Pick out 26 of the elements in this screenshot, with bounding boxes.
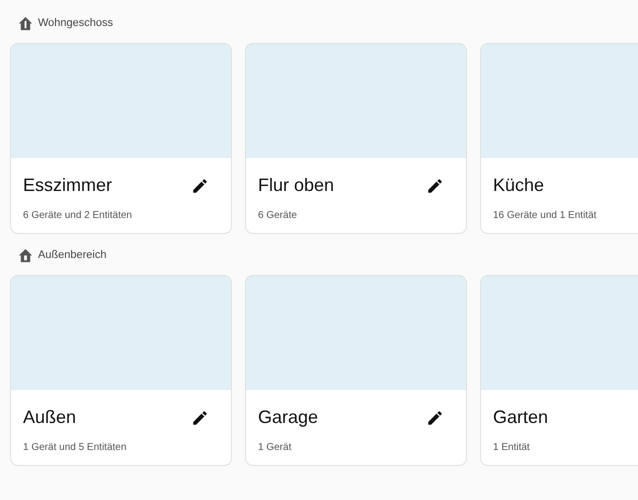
area-name: Flur oben [258, 175, 334, 196]
area-name: Esszimmer [23, 175, 112, 196]
house-door-icon [18, 248, 33, 262]
area-name: Garage [258, 407, 318, 428]
area-name: Küche [493, 175, 544, 196]
area-card[interactable]: Außen 1 Gerät und 5 Entitäten [10, 275, 232, 466]
area-summary: 6 Geräte und 2 Entitäten [23, 210, 133, 221]
area-card[interactable]: Küche 16 Geräte und 1 Entität [480, 43, 638, 234]
area-card[interactable]: Esszimmer 6 Geräte und 2 Entitäten [10, 43, 232, 234]
edit-icon[interactable] [191, 408, 209, 426]
area-name: Garten [493, 407, 548, 428]
area-summary: 1 Entität [493, 442, 531, 453]
edit-icon[interactable] [426, 176, 444, 194]
area-summary: 16 Geräte und 1 Entität [493, 210, 598, 221]
area-card[interactable]: Garten 1 Entität [480, 275, 638, 466]
area-summary: 1 Gerät [258, 442, 292, 453]
area-name: Außen [23, 407, 76, 428]
area-summary: 6 Geräte [258, 210, 298, 221]
floor-title: Wohngeschoss [38, 17, 114, 29]
area-card[interactable]: Flur oben 6 Geräte [245, 43, 467, 234]
area-summary: 1 Gerät und 5 Entitäten [23, 442, 128, 453]
home-floor-icon [18, 16, 33, 30]
floor-title: Außenbereich [38, 249, 106, 261]
edit-icon[interactable] [426, 408, 444, 426]
edit-icon[interactable] [191, 176, 209, 194]
area-card[interactable]: Garage 1 Gerät [245, 275, 467, 466]
